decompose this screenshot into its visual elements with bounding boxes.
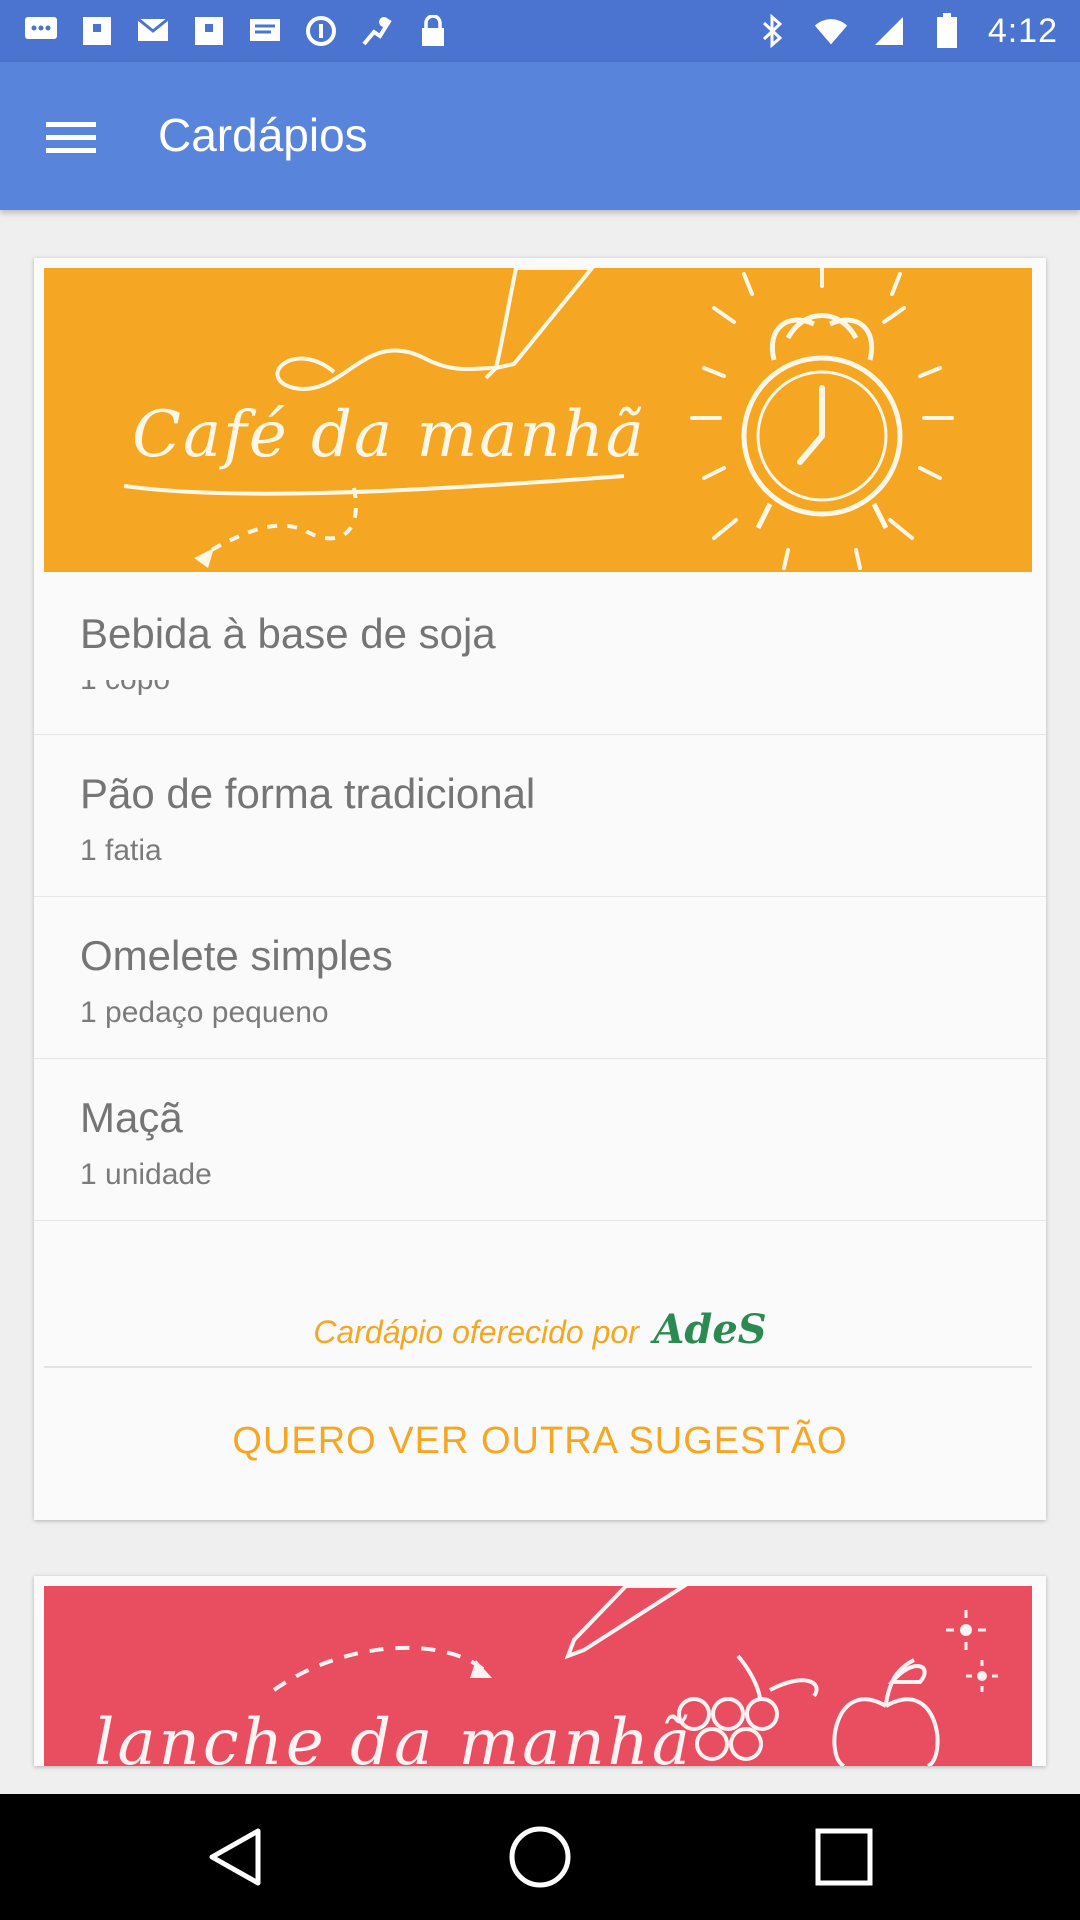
home-button[interactable] — [504, 1821, 576, 1893]
data-saver-icon — [304, 14, 338, 48]
item-name: Bebida à base de soja — [80, 610, 496, 657]
banner-title: Café da manhã — [132, 398, 646, 472]
pencil-icon — [484, 268, 595, 380]
fake-gps-icon — [360, 14, 394, 48]
item-name: Maçã — [80, 1094, 183, 1141]
menu-icon — [46, 122, 96, 127]
meal-banner: Café da manhã — [44, 268, 1032, 572]
divider — [44, 1366, 1032, 1368]
alarm-clock-icon — [690, 268, 954, 570]
battery-icon — [930, 13, 964, 48]
meal-card-lanche-da-manha: lanche da manhã — [34, 1576, 1046, 1766]
banner-title: lanche da manhã — [94, 1706, 694, 1766]
sponsor-text: Cardápio oferecido por — [313, 1314, 639, 1350]
wifi-icon — [814, 14, 848, 48]
message-icon — [24, 14, 58, 48]
recents-icon — [815, 1828, 873, 1886]
meal-card-cafe-da-manha: Café da manhã Bebida à base de soja 1 co… — [34, 258, 1046, 1520]
grapes-icon — [677, 1654, 819, 1761]
pencil-icon — [564, 1586, 688, 1660]
item-name: Omelete simples — [80, 932, 393, 979]
gallery-icon — [192, 14, 226, 48]
system-icons: 4:12 — [756, 10, 1058, 52]
list-item[interactable]: Omelete simples 1 pedaço pequeno — [34, 896, 1046, 1059]
list-item[interactable]: Maçã 1 unidade — [34, 1058, 1046, 1221]
menu-button[interactable] — [34, 104, 110, 168]
other-suggestion-button[interactable]: QUERO VER OUTRA SUGESTÃO — [34, 1420, 1046, 1463]
gallery-icon — [80, 14, 114, 48]
lock-icon — [416, 14, 450, 48]
sponsor-line: Cardápio oferecido por AdeS — [34, 1306, 1046, 1353]
bluetooth-icon — [756, 14, 790, 48]
app-bar: Cardápios — [0, 62, 1080, 210]
item-name: Pão de forma tradicional — [80, 770, 536, 817]
page-title: Cardápios — [158, 109, 368, 161]
apple-icon — [832, 1658, 940, 1766]
item-quantity: 1 pedaço pequeno — [80, 996, 329, 1029]
recents-button[interactable] — [808, 1821, 880, 1893]
item-quantity: 1 copo — [80, 680, 170, 700]
back-icon — [209, 1828, 261, 1886]
cell-signal-icon — [872, 14, 906, 48]
back-button[interactable] — [200, 1821, 272, 1893]
home-icon — [509, 1826, 571, 1888]
navigation-bar — [0, 1794, 1080, 1920]
sponsor-logo: AdeS — [653, 1306, 767, 1353]
clock: 4:12 — [987, 11, 1058, 50]
notification-icons — [24, 10, 450, 52]
sparkle-icon — [946, 1610, 998, 1692]
list-item[interactable]: Bebida à base de soja 1 copo — [34, 572, 1046, 735]
status-bar: 4:12 — [0, 0, 1080, 62]
item-quantity: 1 unidade — [80, 1158, 212, 1191]
list-item[interactable]: Pão de forma tradicional 1 fatia — [34, 734, 1046, 897]
meal-banner: lanche da manhã — [44, 1586, 1032, 1766]
mail-icon — [248, 14, 282, 48]
item-quantity: 1 fatia — [80, 834, 162, 867]
mail-icon — [136, 14, 170, 48]
